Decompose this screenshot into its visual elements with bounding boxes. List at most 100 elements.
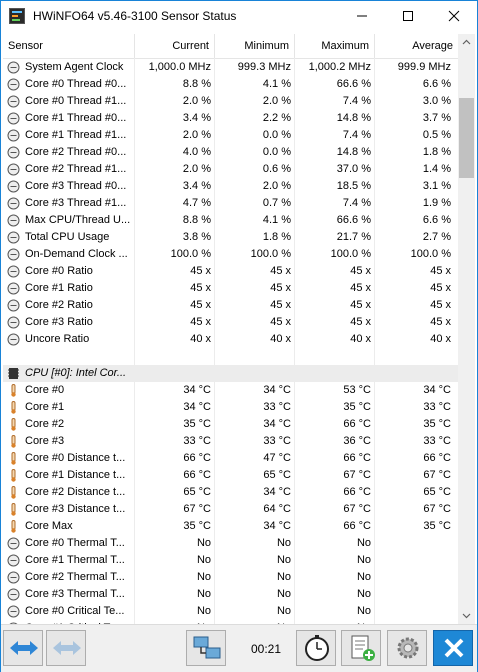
sensor-name-cell: Core #0 Thermal T... (7, 535, 135, 552)
sensor-row[interactable]: Core #2 Distance t... 65 °C 34 °C 66 °C 65 °… (3, 484, 458, 501)
sensor-clock-icon (7, 78, 20, 91)
sensor-name-cell: Core #1 Distance t... (7, 467, 135, 484)
sensor-row[interactable]: Uncore Ratio 40 x 40 x 40 x 40 x (3, 331, 458, 348)
average-value: 67 °C (423, 503, 451, 515)
title-bar[interactable]: HWiNFO64 v5.46-3100 Sensor Status (1, 1, 477, 31)
sensor-name: Core #2 Ratio (25, 299, 93, 311)
minimum-value: No (276, 588, 291, 600)
maximum-value: 40 x (350, 333, 371, 345)
sensor-name-cell: Core #2 Thermal T... (7, 569, 135, 586)
sensor-row[interactable]: Core #1 Thread #0... 3.4 % 2.2 % 14.8 % 3.7 … (3, 110, 458, 127)
sensor-name: On-Demand Clock ... (25, 248, 128, 260)
average-value: 999.9 MHz (397, 61, 451, 73)
sensor-row[interactable]: Core #3 Thread #0... 3.4 % 2.0 % 18.5 % 3.1 … (3, 178, 458, 195)
sensor-name: Core #3 Thread #1... (25, 197, 127, 209)
sensor-clock-icon (7, 197, 20, 210)
sensor-clock-icon (7, 129, 20, 142)
minimum-value: 0.6 % (262, 163, 291, 175)
average-value (375, 569, 455, 586)
sensor-row[interactable]: Total CPU Usage 3.8 % 1.8 % 21.7 % 2.7 % (3, 229, 458, 246)
sensor-row[interactable]: Core #0 Ratio 45 x 45 x 45 x 45 x (3, 263, 458, 280)
average-value: 3.7 % (422, 112, 451, 124)
sensor-row[interactable]: Core #2 Thread #0... 4.0 % 0.0 % 14.8 % 1.8 … (3, 144, 458, 161)
sensor-clock-icon (7, 299, 20, 312)
minimum-value: 2.2 % (262, 112, 291, 124)
sensor-name: Core #1 (25, 401, 65, 413)
average-value: 3.0 % (422, 95, 451, 107)
previous-sensor-button[interactable] (3, 630, 43, 666)
minimum-value: 34 °C (263, 384, 291, 396)
minimize-button[interactable] (339, 1, 385, 31)
network-button[interactable] (186, 630, 226, 666)
sensor-row[interactable]: Core #3 Distance t... 67 °C 64 °C 67 °C 67 °… (3, 501, 458, 518)
sensor-row[interactable]: Core #3 Ratio 45 x 45 x 45 x 45 x (3, 314, 458, 331)
sensor-name-cell: Core #1 Thermal T... (7, 552, 135, 569)
current-value: 45 x (190, 265, 211, 277)
sensor-row[interactable]: Core #2 Ratio 45 x 45 x 45 x 45 x (3, 297, 458, 314)
sensor-row[interactable]: Core #2 Thread #1... 2.0 % 0.6 % 37.0 % 1.4 … (3, 161, 458, 178)
next-sensor-button[interactable] (46, 630, 86, 666)
sensor-row[interactable]: Core #3 Thermal T... No No No (3, 586, 458, 603)
maximum-value: 35 °C (343, 401, 371, 413)
minimize-icon (357, 15, 367, 17)
logging-button[interactable] (341, 630, 381, 666)
average-value (375, 552, 455, 569)
sensor-name-cell: Core Max (7, 518, 135, 535)
sensor-name-cell: Core #2 Thread #1... (7, 161, 135, 178)
sensor-row[interactable]: Core #3 33 °C 33 °C 36 °C 33 °C (3, 433, 458, 450)
sensor-row[interactable]: Core #0 Distance t... 66 °C 47 °C 66 °C 66 °… (3, 450, 458, 467)
close-icon (448, 10, 460, 22)
sensor-clock-icon (7, 214, 20, 227)
sensor-row[interactable]: Core #1 Thermal T... No No No (3, 552, 458, 569)
sensor-row[interactable]: Core #2 35 °C 34 °C 66 °C 35 °C (3, 416, 458, 433)
column-current[interactable]: Current (135, 34, 215, 58)
scroll-down-icon[interactable] (458, 607, 475, 624)
maximum-value: 66.6 % (336, 78, 371, 90)
sensor-row[interactable]: Core #1 Distance t... 66 °C 65 °C 67 °C 67 °… (3, 467, 458, 484)
average-value: 6.6 % (422, 214, 451, 226)
sensor-name-cell: Core #1 (7, 399, 135, 416)
sensor-name-cell: Core #0 Distance t... (7, 450, 135, 467)
settings-button[interactable] (387, 630, 427, 666)
current-value: No (196, 554, 211, 566)
sensor-row[interactable]: Core #0 Thread #1... 2.0 % 2.0 % 7.4 % 3.0 % (3, 93, 458, 110)
close-sensors-button[interactable] (433, 630, 473, 666)
average-value (375, 365, 455, 382)
column-sensor[interactable]: Sensor (3, 34, 135, 58)
sensor-row[interactable]: Core #1 34 °C 33 °C 35 °C 33 °C (3, 399, 458, 416)
sensor-row[interactable]: Core #0 Thermal T... No No No (3, 535, 458, 552)
maximum-value: 66 °C (343, 452, 371, 464)
column-maximum[interactable]: Maximum (295, 34, 375, 58)
minimum-value: No (276, 571, 291, 583)
maximum-value: 7.4 % (342, 197, 371, 209)
sensor-row[interactable]: Core #1 Ratio 45 x 45 x 45 x 45 x (3, 280, 458, 297)
sensor-row[interactable]: On-Demand Clock ... 100.0 % 100.0 % 100.0 %… (3, 246, 458, 263)
sensor-name: Core #2 Distance t... (25, 486, 126, 498)
sensor-row[interactable]: Core #3 Thread #1... 4.7 % 0.7 % 7.4 % 1.9 % (3, 195, 458, 212)
current-value: 100.0 % (170, 248, 211, 260)
column-average[interactable]: Average (375, 34, 458, 58)
current-value: 34 °C (183, 401, 211, 413)
sensor-row[interactable]: Core #2 Thermal T... No No No (3, 569, 458, 586)
sensor-name: Core #2 (25, 418, 65, 430)
sensor-row[interactable]: Core Max 35 °C 34 °C 66 °C 35 °C (3, 518, 458, 535)
column-minimum[interactable]: Minimum (215, 34, 295, 58)
reset-timer-button[interactable] (296, 630, 336, 666)
sensor-group-row[interactable]: CPU [#0]: Intel Cor... (3, 365, 458, 382)
maximum-value: 66 °C (343, 520, 371, 532)
window-close-button[interactable] (431, 1, 477, 31)
sensor-row[interactable]: Core #1 Thread #1... 2.0 % 0.0 % 7.4 % 0.5 % (3, 127, 458, 144)
sensor-row[interactable]: Core #0 Critical Te... No No No (3, 603, 458, 620)
sensor-row[interactable]: Core #0 Thread #0... 8.8 % 4.1 % 66.6 % 6.6 … (3, 76, 458, 93)
sensor-row[interactable]: Max CPU/Thread U... 8.8 % 4.1 % 66.6 % 6.6 % (3, 212, 458, 229)
sensor-row[interactable]: System Agent Clock 1,000.0 MHz 999.3 MHz 1,… (3, 59, 458, 76)
average-value: 34 °C (423, 384, 451, 396)
maximize-button[interactable] (385, 1, 431, 31)
sensor-row[interactable]: Core #0 34 °C 34 °C 53 °C 34 °C (3, 382, 458, 399)
vertical-scrollbar[interactable] (458, 34, 475, 624)
sensor-row[interactable] (3, 348, 458, 365)
maximum-value: No (356, 554, 371, 566)
scroll-up-icon[interactable] (458, 34, 475, 51)
maximum-value: 18.5 % (336, 180, 371, 192)
scrollbar-thumb[interactable] (459, 98, 474, 178)
